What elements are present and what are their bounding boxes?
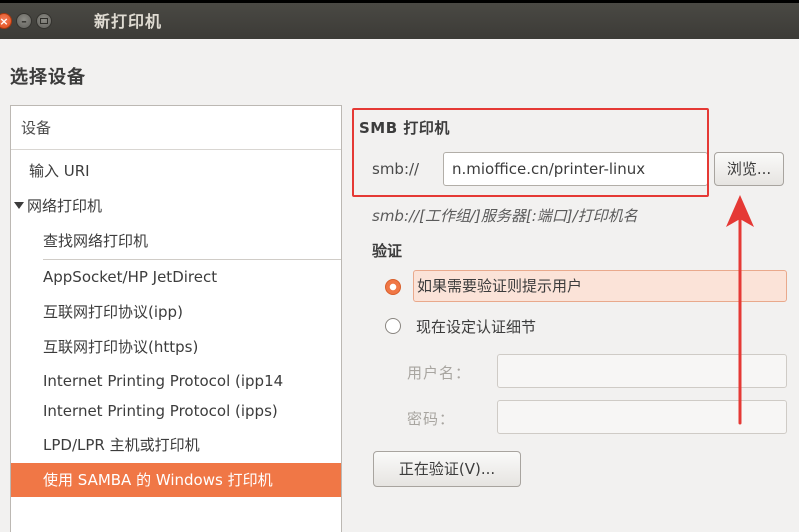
smb-format-hint: smb://[工作组/]服务器[:端口]/打印机名 xyxy=(372,207,638,225)
device-item-samba[interactable]: 使用 SAMBA 的 Windows 打印机 xyxy=(11,463,341,497)
device-item-network-printer[interactable]: 网络打印机 xyxy=(11,189,341,223)
red-arrow-annotation xyxy=(726,195,754,425)
device-item-appsocket[interactable]: AppSocket/HP JetDirect xyxy=(11,260,341,294)
highlight-box-annotation xyxy=(352,108,709,197)
radio-set-now[interactable] xyxy=(385,318,401,334)
radio-prompt-if-required[interactable] xyxy=(385,279,401,295)
option-set-now[interactable]: 现在设定认证细节 xyxy=(416,316,536,337)
device-item-find-network-printer[interactable]: 查找网络打印机 xyxy=(11,224,341,258)
username-label: 用户名： xyxy=(407,364,472,382)
password-label: 密码： xyxy=(407,410,456,428)
device-item-ipp[interactable]: 互联网打印协议(ipp) xyxy=(11,295,341,329)
close-icon: × xyxy=(0,14,9,28)
maximize-button[interactable] xyxy=(36,13,52,29)
device-item-lpd[interactable]: LPD/LPR 主机或打印机 xyxy=(11,428,341,462)
device-item-enter-uri[interactable]: 输入 URI xyxy=(11,154,341,188)
device-list[interactable]: 设备 输入 URI 网络打印机 查找网络打印机 AppSocket/HP Jet… xyxy=(10,105,342,532)
verify-button[interactable]: 正在验证(V)... xyxy=(373,451,521,487)
browse-button[interactable]: 浏览... xyxy=(714,152,784,186)
close-button[interactable]: × xyxy=(0,13,12,29)
device-item-ipps[interactable]: Internet Printing Protocol (ipps) xyxy=(11,394,341,428)
page-title: 选择设备 xyxy=(10,67,86,88)
window-title: 新打印机 xyxy=(94,12,163,31)
device-list-header[interactable]: 设备 xyxy=(11,106,341,150)
device-item-label: 网络打印机 xyxy=(27,197,103,215)
minimize-button[interactable]: – xyxy=(16,13,32,29)
minimize-icon: – xyxy=(21,14,27,28)
auth-section-title: 验证 xyxy=(372,242,403,260)
title-bar[interactable]: × – 新打印机 xyxy=(0,3,799,39)
expander-arrow-icon[interactable] xyxy=(14,202,24,209)
maximize-icon xyxy=(40,18,48,24)
device-item-https[interactable]: 互联网打印协议(https) xyxy=(11,330,341,364)
device-item-ipp14[interactable]: Internet Printing Protocol (ipp14 xyxy=(11,364,341,398)
